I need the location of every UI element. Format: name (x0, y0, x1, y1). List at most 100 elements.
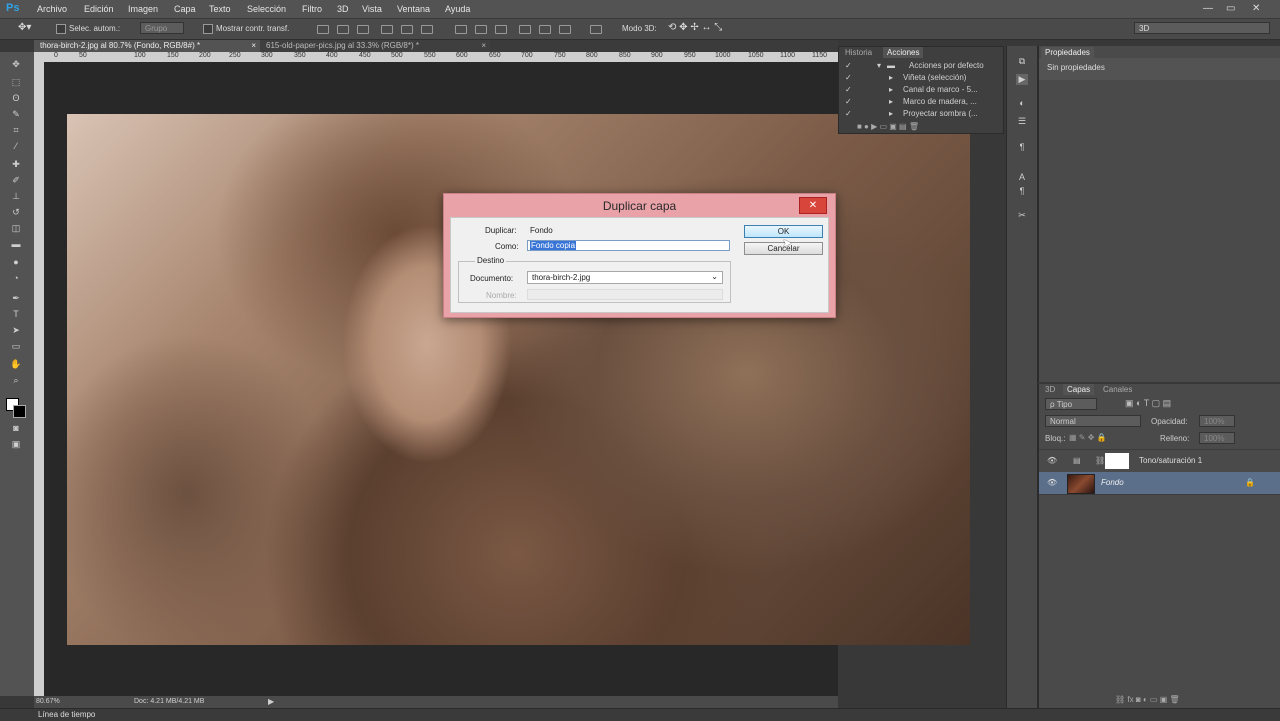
screen-mode-icon[interactable]: ▣ (8, 438, 24, 450)
visibility-eye-icon[interactable]: 👁 (1047, 472, 1057, 494)
clone-stamp-tool-icon[interactable]: ⊥ (8, 190, 24, 202)
expand-arrow-icon[interactable]: ▸ (889, 84, 893, 96)
layer-filter-icons[interactable]: ▣ ◐ T ▢ ▤ (1125, 398, 1171, 409)
path-select-tool-icon[interactable]: ➤ (8, 324, 24, 336)
align-bottom-icon[interactable] (357, 25, 369, 34)
lasso-tool-icon[interactable]: ʘ (8, 92, 24, 104)
menu-capa[interactable]: Capa (174, 4, 196, 14)
layer-name[interactable]: Fondo (1101, 472, 1124, 494)
tab-capas[interactable]: Capas (1063, 384, 1095, 395)
adjustments-icon[interactable]: ◐ (1016, 98, 1028, 109)
layers-footer-icons[interactable]: ⛓ fx ◙ ◐ ▭ ▣ 🗑 (1115, 695, 1180, 704)
character-icon[interactable]: A (1016, 172, 1028, 183)
align-top-icon[interactable] (317, 25, 329, 34)
align-vcenter-icon[interactable] (337, 25, 349, 34)
minimize-icon[interactable]: — (1203, 3, 1213, 14)
quick-mask-icon[interactable]: ◙ (8, 422, 24, 434)
zoom-level[interactable]: 80.67% (36, 698, 60, 705)
tab-old-paper[interactable]: 615-old-paper-pics.jpg al 33.3% (RGB/8*)… (260, 40, 490, 52)
action-row[interactable]: ✓ ▸ Marco de madera, ... (839, 96, 1005, 108)
expand-arrow-icon[interactable]: ▸ (889, 108, 893, 120)
check-icon[interactable]: ✓ (845, 84, 852, 96)
crop-tool-icon[interactable]: ⌗ (8, 124, 24, 136)
menu-ventana[interactable]: Ventana (397, 4, 430, 14)
menu-vista[interactable]: Vista (362, 4, 382, 14)
tab-historia[interactable]: Historia (841, 47, 876, 58)
expand-arrow-icon[interactable]: ▸ (889, 96, 893, 108)
menu-texto[interactable]: Texto (209, 4, 231, 14)
tab-canales[interactable]: Canales (1099, 384, 1136, 395)
menu-imagen[interactable]: Imagen (128, 4, 158, 14)
pen-tool-icon[interactable]: ✒ (8, 292, 24, 304)
opacity-input[interactable]: 100% (1199, 415, 1235, 427)
background-color-swatch[interactable] (13, 405, 26, 418)
gradient-tool-icon[interactable]: ▬ (8, 238, 24, 250)
distribute-vcenter-icon[interactable] (475, 25, 487, 34)
actions-icon[interactable]: ▶ (1016, 74, 1028, 85)
blend-mode-dropdown[interactable]: Normal (1045, 415, 1141, 427)
tools-preset-icon[interactable]: ✂ (1016, 210, 1028, 221)
link-icon[interactable]: ⛓ (1095, 450, 1105, 472)
lock-icons[interactable]: ▦ ✎ ✥ 🔒 (1069, 433, 1107, 442)
layer-mask-thumbnail[interactable] (1105, 453, 1129, 469)
document-dropdown[interactable]: thora-birch-2.jpg ⌄ (527, 271, 723, 284)
check-icon[interactable]: ✓ (845, 96, 852, 108)
auto-align-icon[interactable] (590, 25, 602, 34)
fill-input[interactable]: 100% (1199, 432, 1235, 444)
shape-tool-icon[interactable]: ▭ (8, 340, 24, 352)
expand-arrow-icon[interactable]: ▾ (877, 60, 881, 72)
eraser-tool-icon[interactable]: ◫ (8, 222, 24, 234)
show-transform-checkbox[interactable] (203, 24, 213, 34)
zoom-tool-icon[interactable]: ⌕ (8, 374, 24, 386)
marquee-tool-icon[interactable]: ⬚ (8, 76, 24, 88)
action-row[interactable]: ✓ ▸ Canal de marco - 5... (839, 84, 1005, 96)
move-tool-icon[interactable]: ✥ (8, 58, 24, 70)
layer-row-fondo[interactable]: 👁 Fondo 🔒 (1039, 472, 1280, 495)
align-hcenter-icon[interactable] (401, 25, 413, 34)
dialog-close-button[interactable]: ✕ (799, 197, 827, 214)
check-icon[interactable]: ✓ (845, 72, 852, 84)
menu-seleccion[interactable]: Selección (247, 4, 286, 14)
actions-footer-icons[interactable]: ■ ● ▶ ▭ ▣ ▤ 🗑 (857, 122, 919, 131)
distribute-top-icon[interactable] (455, 25, 467, 34)
brush-tool-icon[interactable]: ✐ (8, 174, 24, 186)
dodge-tool-icon[interactable]: ◔ (8, 272, 24, 284)
menu-archivo[interactable]: Archivo (37, 4, 67, 14)
menu-3d[interactable]: 3D (337, 4, 349, 14)
workspace-dropdown[interactable]: 3D (1134, 22, 1270, 34)
type-tool-icon[interactable]: T (8, 308, 24, 320)
distribute-left-icon[interactable] (519, 25, 531, 34)
tab-close-icon[interactable]: × (481, 40, 486, 52)
as-name-input[interactable]: Fondo copia (527, 240, 730, 251)
distribute-hcenter-icon[interactable] (539, 25, 551, 34)
paragraph-style-icon[interactable]: ¶ (1016, 186, 1028, 197)
align-right-icon[interactable] (421, 25, 433, 34)
visibility-eye-icon[interactable]: 👁 (1047, 450, 1057, 472)
auto-select-checkbox[interactable] (56, 24, 66, 34)
layer-thumbnail[interactable] (1067, 474, 1095, 494)
menu-filtro[interactable]: Filtro (302, 4, 322, 14)
layer-filter-dropdown[interactable]: ρ Tipo (1045, 398, 1097, 410)
check-icon[interactable]: ✓ (845, 60, 852, 72)
move-tool-icon[interactable]: ✥▾ (18, 22, 31, 33)
action-row[interactable]: ✓ ▸ Viñeta (selección) (839, 72, 1005, 84)
eyedropper-tool-icon[interactable]: ⁄ (8, 140, 24, 152)
action-row[interactable]: ✓ ▸ Proyectar sombra (... (839, 108, 1005, 120)
align-left-icon[interactable] (381, 25, 393, 34)
close-icon[interactable]: ✕ (1252, 3, 1260, 14)
timeline-label[interactable]: Línea de tiempo (38, 710, 95, 719)
check-icon[interactable]: ✓ (845, 108, 852, 120)
history-brush-tool-icon[interactable]: ↺ (8, 206, 24, 218)
distribute-bottom-icon[interactable] (495, 25, 507, 34)
name-input[interactable] (527, 289, 723, 300)
blur-tool-icon[interactable]: ● (8, 256, 24, 268)
distribute-right-icon[interactable] (559, 25, 571, 34)
expand-arrow-icon[interactable]: ▸ (889, 72, 893, 84)
layer-name[interactable]: Tono/saturación 1 (1139, 450, 1202, 472)
tab-acciones[interactable]: Acciones (883, 47, 924, 58)
properties-icon[interactable]: ☰ (1016, 116, 1028, 127)
hand-tool-icon[interactable]: ✋ (8, 358, 24, 370)
tab-close-icon[interactable]: × (251, 40, 256, 52)
menu-edicion[interactable]: Edición (84, 4, 114, 14)
action-set-row[interactable]: ✓ ▾ ▬ Acciones por defecto (839, 60, 1005, 72)
